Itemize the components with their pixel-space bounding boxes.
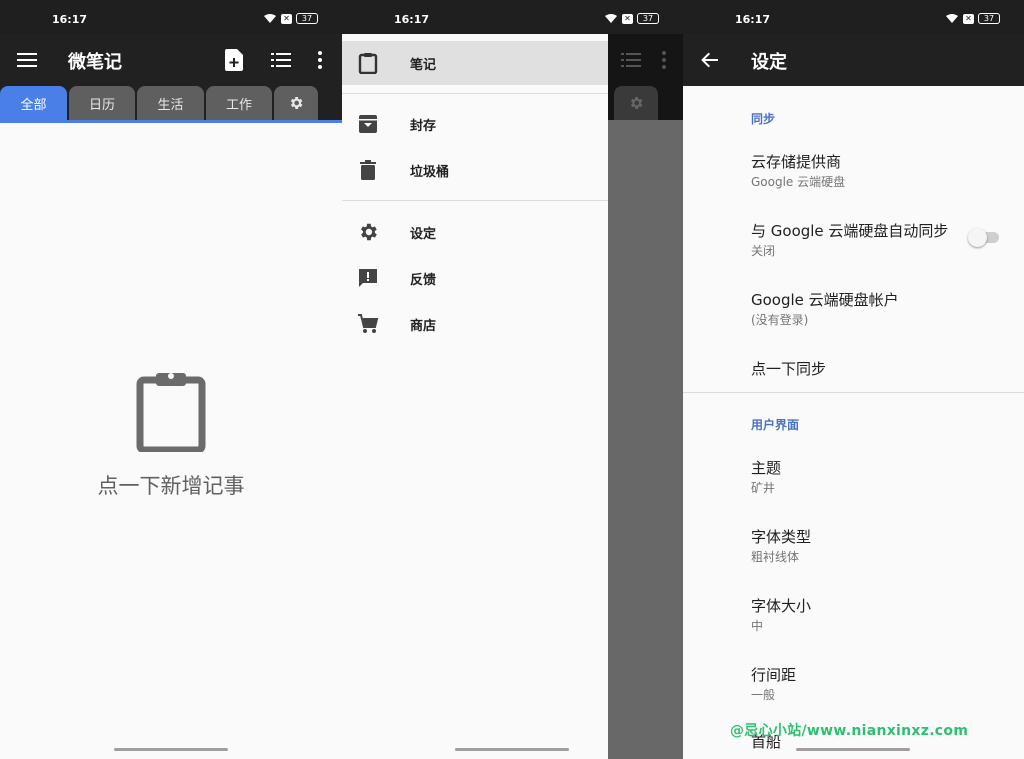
auto-sync-toggle-thumb[interactable] [968, 228, 987, 247]
clipboard-icon [136, 373, 206, 452]
app-bar: 设定 [683, 34, 1024, 86]
home-indicator[interactable] [796, 748, 910, 751]
setting-value: 粗衬线体 [751, 550, 800, 564]
wifi-icon [605, 14, 617, 23]
battery-level: 37 [296, 13, 318, 24]
drawer-divider [342, 200, 608, 201]
feedback-icon [359, 269, 377, 287]
category-tabs: 全部 日历 生活 工作 [0, 86, 342, 122]
menu-icon[interactable] [17, 51, 37, 69]
status-icons: ✕ 37 [945, 13, 1000, 24]
setting-value: 中 [751, 619, 764, 633]
clipboard-icon [358, 53, 378, 74]
status-icons: ✕ 37 [263, 13, 318, 24]
watermark-text: @忌心小站/www.nianxinxz.com [730, 723, 969, 739]
status-time: 16:17 [735, 13, 771, 26]
status-time: 16:17 [394, 13, 430, 26]
back-arrow-icon[interactable] [700, 50, 720, 70]
gear-icon [630, 97, 643, 109]
drawer-screen: 16:17 ✕ 37 笔记 封存 垃圾桶 设定 反馈 商店 [342, 0, 683, 759]
setting-value: 矿井 [751, 481, 776, 495]
wifi-icon [946, 14, 958, 23]
tab-settings[interactable] [274, 86, 318, 120]
gear-icon [361, 223, 377, 241]
wifi-icon [264, 14, 276, 23]
status-bar: 16:17 ✕ 37 [683, 0, 1024, 34]
dimmed-tab-settings [614, 86, 658, 120]
cart-icon [358, 314, 379, 333]
drawer-item-label: 反馈 [410, 272, 437, 288]
drawer-item-label: 笔记 [410, 57, 437, 73]
drawer-item-notes[interactable]: 笔记 [342, 41, 608, 85]
list-view-icon[interactable] [271, 52, 291, 68]
setting-title: 云存储提供商 [751, 153, 842, 171]
sim-off-icon: ✕ [963, 13, 974, 24]
notes-screen: 16:17 ✕ 37 微笔记 全部 日历 生活 工作 点一下新增记事 [0, 0, 342, 759]
setting-title: 字体大小 [751, 597, 812, 615]
empty-state-text: 点一下新增记事 [97, 474, 245, 498]
sim-off-icon: ✕ [622, 13, 633, 24]
drawer-item-settings[interactable]: 设定 [342, 210, 608, 254]
status-bar: 16:17 ✕ 37 [342, 0, 683, 34]
drawer-item-label: 封存 [410, 118, 437, 134]
status-time: 16:17 [52, 13, 88, 26]
app-title: 微笔记 [68, 52, 122, 73]
setting-tap-to-sync[interactable]: 点一下同步 [751, 358, 826, 379]
setting-title: 与 Google 云端硬盘自动同步 [751, 222, 949, 240]
more-options-icon [662, 51, 666, 69]
navigation-drawer: 笔记 封存 垃圾桶 设定 反馈 商店 [342, 34, 608, 759]
add-note-icon[interactable] [225, 49, 243, 71]
status-bar: 16:17 ✕ 37 [0, 0, 342, 34]
setting-title: 主题 [751, 459, 782, 477]
app-bar: 微笔记 [0, 34, 342, 86]
drawer-item-label: 设定 [410, 226, 437, 242]
status-icons: ✕ 37 [604, 13, 659, 24]
drawer-item-feedback[interactable]: 反馈 [342, 256, 608, 300]
tab-life[interactable]: 生活 [137, 86, 204, 120]
setting-title: 行间距 [751, 666, 797, 684]
setting-value: (没有登录) [751, 313, 809, 327]
drawer-item-trash[interactable]: 垃圾桶 [342, 148, 608, 192]
sim-off-icon: ✕ [281, 13, 292, 24]
trash-icon [360, 160, 376, 180]
setting-title: Google 云端硬盘帐户 [751, 291, 899, 309]
section-header-ui: 用户界面 [751, 418, 800, 432]
gear-icon [290, 97, 303, 109]
section-divider [683, 392, 1024, 393]
more-options-icon[interactable] [317, 51, 323, 69]
setting-value: 关闭 [751, 244, 776, 258]
tab-work[interactable]: 工作 [206, 86, 272, 120]
drawer-item-store[interactable]: 商店 [342, 302, 608, 346]
home-indicator[interactable] [455, 748, 569, 751]
section-header-sync: 同步 [751, 112, 776, 126]
home-indicator[interactable] [114, 748, 228, 751]
list-view-icon [621, 53, 641, 67]
setting-value: 一般 [751, 688, 776, 702]
tab-all[interactable]: 全部 [0, 86, 67, 120]
page-title: 设定 [751, 52, 787, 73]
drawer-item-archive[interactable]: 封存 [342, 102, 608, 146]
battery-level: 37 [978, 13, 1000, 24]
tab-calendar[interactable]: 日历 [69, 86, 135, 120]
battery-level: 37 [637, 13, 659, 24]
settings-screen: 16:17 ✕ 37 设定 同步 云存储提供商 Google 云端硬盘 与 Go… [683, 0, 1024, 759]
drawer-item-label: 垃圾桶 [410, 164, 450, 180]
drawer-divider [342, 93, 608, 94]
tab-indicator [0, 120, 342, 123]
archive-icon [359, 115, 377, 133]
drawer-scrim[interactable] [608, 34, 683, 759]
setting-value: Google 云端硬盘 [751, 175, 846, 189]
setting-title: 字体类型 [751, 528, 812, 546]
drawer-item-label: 商店 [410, 318, 437, 334]
